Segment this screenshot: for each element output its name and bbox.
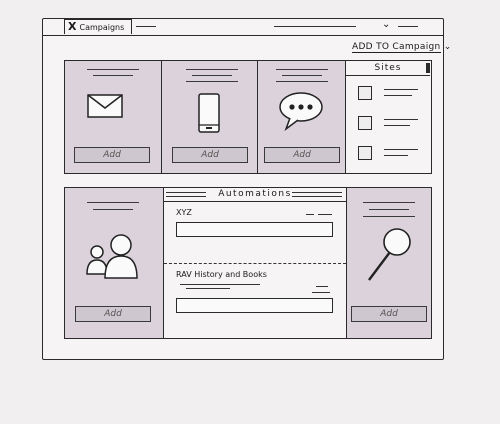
rule-label: RAV History and Books (176, 270, 267, 279)
sites-scrollbar[interactable] (426, 63, 430, 73)
mobile-card: Add (162, 61, 258, 173)
site-thumbnail-icon (358, 86, 372, 100)
automations-title: Automations (218, 189, 292, 199)
site-item[interactable] (358, 86, 372, 100)
location-card: Add (346, 188, 431, 338)
add-location-button[interactable]: Add (351, 306, 427, 322)
sites-list (346, 76, 430, 172)
mobile-phone-icon (198, 93, 220, 133)
people-icon (86, 234, 138, 279)
audience-card: Add (65, 188, 164, 338)
site-thumbnail-icon (358, 116, 372, 130)
sites-title: Sites (374, 63, 402, 73)
automations-header: Automations (164, 188, 346, 202)
chat-card: Add (258, 61, 346, 173)
rule-divider (164, 263, 346, 264)
site-item[interactable] (358, 116, 372, 130)
email-card: Add (65, 61, 162, 173)
add-audience-button[interactable]: Add (75, 306, 151, 322)
rule-input[interactable] (176, 222, 333, 237)
add-email-button[interactable]: Add (74, 147, 150, 163)
titlebar-divider (42, 35, 444, 36)
rule-label: XYZ (176, 208, 192, 217)
site-thumbnail-icon (358, 146, 372, 160)
rule-input[interactable] (176, 298, 333, 313)
chevron-down-icon: ⌄ (443, 42, 452, 52)
tab-campaigns[interactable]: X Campaigns (64, 19, 132, 34)
add-to-campaign-dropdown[interactable]: ADD TO Campaign ⌄ (352, 42, 452, 53)
close-icon[interactable]: X (68, 20, 76, 33)
titlebar-scribble (398, 26, 418, 27)
envelope-icon (87, 94, 123, 118)
site-item[interactable] (358, 146, 372, 160)
add-chat-button[interactable]: Add (264, 147, 340, 163)
titlebar-scribble (274, 26, 356, 27)
sites-header: Sites (346, 62, 430, 76)
add-to-campaign-label: ADD TO Campaign (352, 42, 441, 53)
tab-label: Campaigns (79, 23, 125, 32)
map-pin-icon (368, 228, 411, 281)
titlebar-scribble (136, 26, 156, 27)
chevron-down-icon[interactable]: ⌄ (382, 19, 390, 30)
chat-bubble-icon (279, 92, 323, 131)
add-mobile-button[interactable]: Add (172, 147, 248, 163)
